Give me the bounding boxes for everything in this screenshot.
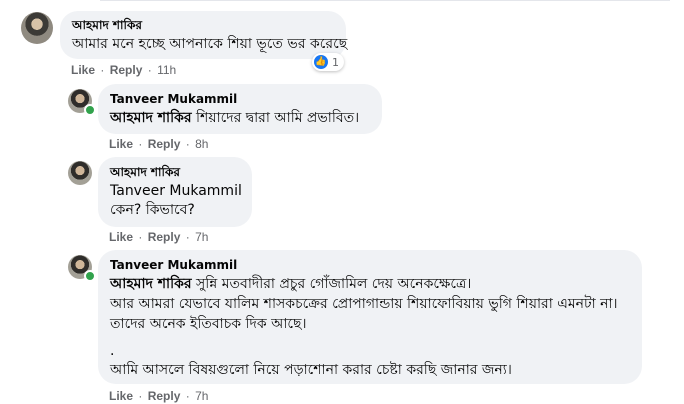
comment-bubble: আহমাদ শাকির আমার মনে হচ্ছে আপনাকে শিয়া …	[60, 11, 348, 59]
comment-author[interactable]: আহমাদ শাকির	[110, 165, 240, 180]
timestamp[interactable]: 8h	[195, 137, 208, 151]
comment-bubble: Tanveer Mukammil আহমাদ শাকির সুন্নি মতবা…	[98, 250, 642, 384]
like-button[interactable]: Like	[109, 230, 133, 244]
reply-button[interactable]: Reply	[110, 63, 143, 77]
comment-text-line: আহমাদ শাকির সুন্নি মতবাদীরা প্রচুর গোঁজা…	[110, 276, 472, 292]
reply-button[interactable]: Reply	[148, 230, 181, 244]
comment-text: আমার মনে হচ্ছে আপনাকে শিয়া ভূতে ভর করেছ…	[72, 36, 348, 52]
timestamp[interactable]: 11h	[157, 63, 176, 77]
comment-text: কেন? কিভাবে?	[110, 202, 195, 218]
like-button[interactable]: Like	[71, 63, 95, 77]
comment-author[interactable]: Tanveer Mukammil	[110, 258, 630, 273]
timestamp[interactable]: 7h	[195, 230, 208, 244]
comment-bubble: Tanveer Mukammil আহমাদ শাকির শিয়াদের দ্…	[98, 84, 382, 134]
comment-text-line: .	[110, 343, 115, 359]
online-status-indicator	[84, 104, 96, 116]
comment-actions: Like · Reply · 8h	[109, 137, 209, 151]
mention-link[interactable]: আহমাদ শাকির	[110, 276, 192, 292]
timestamp[interactable]: 7h	[195, 389, 208, 403]
reply-button[interactable]: Reply	[148, 389, 181, 403]
top-divider	[100, 0, 670, 1]
comment-text-line: আর আমরা যেভাবে যালিম শাসকচক্রের প্রোপাগা…	[110, 296, 618, 312]
comment-text-line: আমি আসলে বিষয়গুলো নিয়ে পড়াশোনা করার চ…	[110, 362, 512, 378]
reply-button[interactable]: Reply	[148, 137, 181, 151]
reaction-summary[interactable]: 👍 1	[312, 53, 344, 71]
thumbs-up-icon: 👍	[314, 55, 328, 69]
reaction-count: 1	[332, 55, 339, 69]
mention-link[interactable]: Tanveer Mukammil	[110, 182, 242, 201]
like-button[interactable]: Like	[109, 389, 133, 403]
comment-text-line: তাদের অনেক ইতিবাচক দিক আছে।	[110, 316, 307, 332]
mention-link[interactable]: আহমাদ শাকির	[110, 110, 192, 126]
comment-actions: Like · Reply · 11h	[71, 63, 177, 77]
avatar[interactable]	[68, 161, 92, 185]
comment-actions: Like · Reply · 7h	[109, 389, 209, 403]
comment-actions: Like · Reply · 7h	[109, 230, 209, 244]
comment-author[interactable]: আহমাদ শাকির	[72, 18, 334, 33]
avatar[interactable]	[21, 12, 53, 44]
comment-text: আহমাদ শাকির শিয়াদের দ্বারা আমি প্রভাবিত…	[110, 110, 360, 126]
comment-author[interactable]: Tanveer Mukammil	[110, 92, 370, 107]
online-status-indicator	[84, 270, 96, 282]
comment-bubble: আহমাদ শাকির Tanveer Mukammil কেন? কিভাবে…	[98, 157, 252, 227]
like-button[interactable]: Like	[109, 137, 133, 151]
